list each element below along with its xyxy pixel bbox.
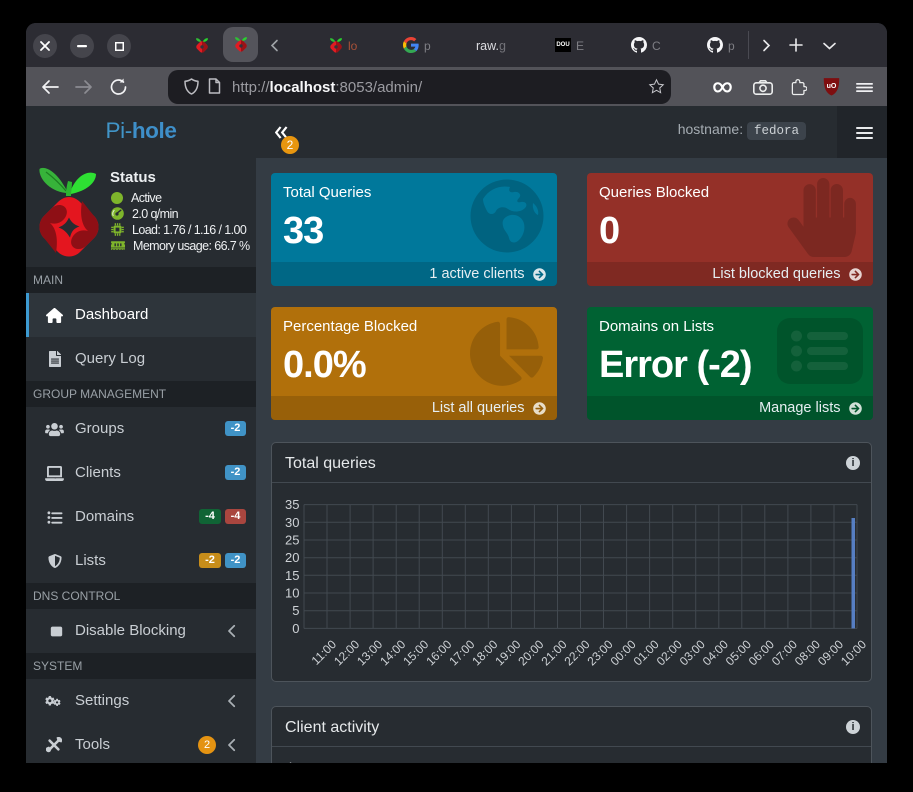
svg-text:08:00: 08:00 [792, 637, 823, 668]
svg-text:21:00: 21:00 [538, 637, 569, 668]
svg-text:06:00: 06:00 [746, 637, 777, 668]
svg-text:0: 0 [292, 621, 299, 636]
svg-text:19:00: 19:00 [492, 637, 523, 668]
svg-text:15:00: 15:00 [400, 637, 431, 668]
svg-text:10:00: 10:00 [838, 637, 869, 668]
svg-text:18:00: 18:00 [469, 637, 500, 668]
svg-text:16:00: 16:00 [423, 637, 454, 668]
svg-text:25: 25 [285, 533, 299, 548]
svg-text:5: 5 [292, 603, 299, 618]
svg-text:09:00: 09:00 [815, 637, 846, 668]
svg-text:17:00: 17:00 [446, 637, 477, 668]
svg-text:14:00: 14:00 [377, 637, 408, 668]
svg-text:03:00: 03:00 [677, 637, 708, 668]
svg-text:15: 15 [285, 568, 299, 583]
svg-text:10: 10 [285, 586, 299, 601]
svg-text:20: 20 [285, 550, 299, 565]
svg-text:01:00: 01:00 [631, 637, 662, 668]
svg-text:04:00: 04:00 [700, 637, 731, 668]
svg-text:30: 30 [285, 515, 299, 530]
svg-text:12:00: 12:00 [331, 637, 362, 668]
svg-text:13:00: 13:00 [354, 637, 385, 668]
svg-text:22:00: 22:00 [561, 637, 592, 668]
svg-text:05:00: 05:00 [723, 637, 754, 668]
svg-text:00:00: 00:00 [608, 637, 639, 668]
svg-text:07:00: 07:00 [769, 637, 800, 668]
svg-text:02:00: 02:00 [654, 637, 685, 668]
svg-text:uO: uO [827, 83, 837, 90]
svg-text:20:00: 20:00 [515, 637, 546, 668]
svg-text:35: 35 [285, 497, 299, 512]
svg-text:23:00: 23:00 [584, 637, 615, 668]
